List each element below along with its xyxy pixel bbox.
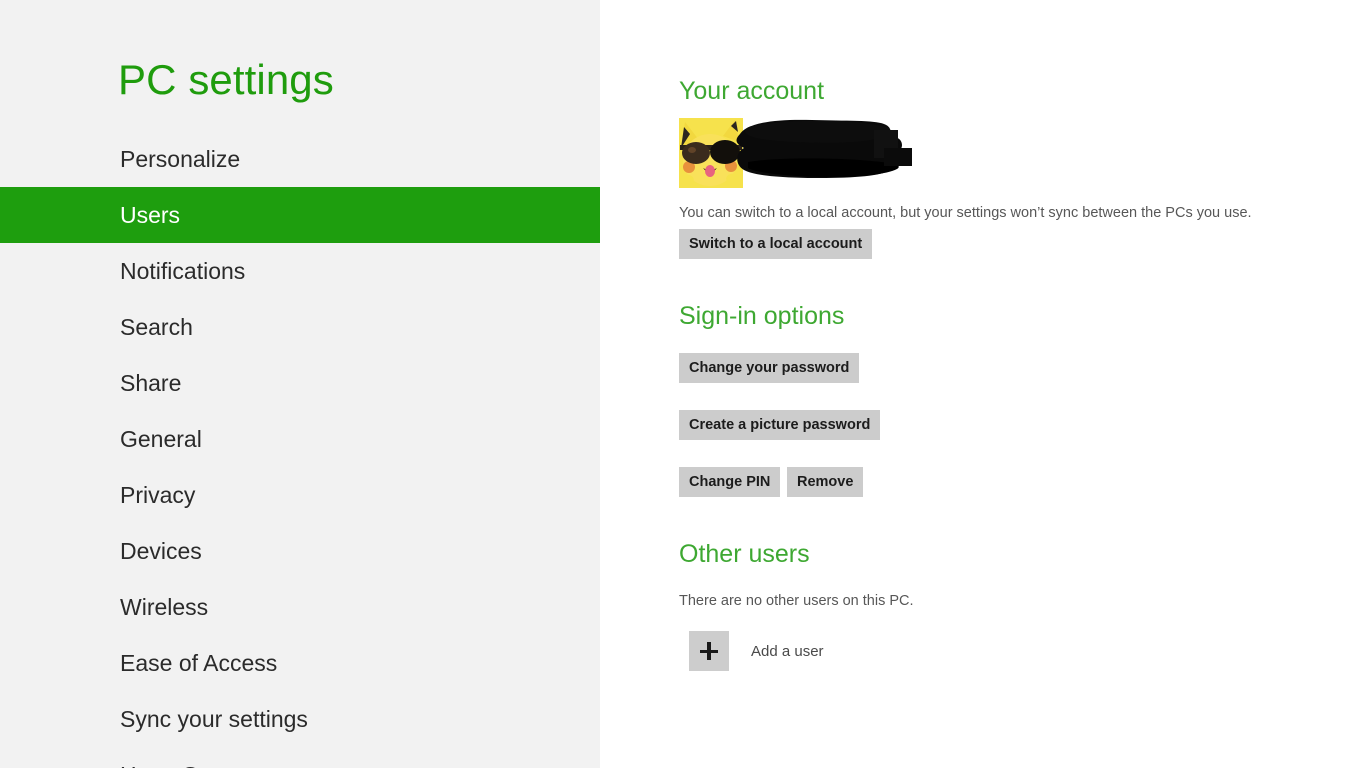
- change-password-button[interactable]: Change your password: [679, 353, 859, 383]
- section-heading-signin-options: Sign-in options: [679, 301, 844, 331]
- sidebar-item-personalize[interactable]: Personalize: [0, 131, 600, 187]
- add-user-label: Add a user: [751, 643, 824, 660]
- sidebar-item-label: Sync your settings: [120, 691, 308, 747]
- sidebar-item-search[interactable]: Search: [0, 299, 600, 355]
- switch-local-account-description: You can switch to a local account, but y…: [679, 203, 1252, 223]
- create-picture-password-button[interactable]: Create a picture password: [679, 410, 880, 440]
- sidebar-item-share[interactable]: Share: [0, 355, 600, 411]
- sidebar-item-label: Wireless: [120, 579, 208, 635]
- sidebar-item-label: Notifications: [120, 243, 245, 299]
- sidebar-item-label: Search: [120, 299, 193, 355]
- section-heading-other-users: Other users: [679, 539, 810, 569]
- sidebar-item-ease-of-access[interactable]: Ease of Access: [0, 635, 600, 691]
- sidebar-item-label: General: [120, 411, 202, 467]
- sidebar-item-users[interactable]: Users: [0, 187, 600, 243]
- sidebar-item-notifications[interactable]: Notifications: [0, 243, 600, 299]
- settings-nav-list: Personalize Users Notifications Search S…: [0, 131, 600, 768]
- sidebar-item-label: HomeGroup: [120, 747, 245, 768]
- sidebar-item-devices[interactable]: Devices: [0, 523, 600, 579]
- plus-icon: [689, 631, 729, 671]
- remove-pin-button[interactable]: Remove: [787, 467, 863, 497]
- sidebar-item-sync-your-settings[interactable]: Sync your settings: [0, 691, 600, 747]
- sidebar-item-privacy[interactable]: Privacy: [0, 467, 600, 523]
- sidebar-item-homegroup[interactable]: HomeGroup: [0, 747, 600, 768]
- sidebar-item-label: Share: [120, 355, 181, 411]
- sidebar-item-label: Ease of Access: [120, 635, 277, 691]
- sidebar-item-general[interactable]: General: [0, 411, 600, 467]
- account-identity-row: [679, 118, 1099, 188]
- sidebar-item-label: Users: [120, 187, 180, 243]
- section-heading-your-account: Your account: [679, 76, 824, 106]
- no-other-users-message: There are no other users on this PC.: [679, 591, 914, 611]
- main-content: Your account: [600, 0, 1366, 768]
- sidebar-item-label: Privacy: [120, 467, 195, 523]
- sidebar: PC settings Personalize Users Notificati…: [0, 0, 600, 768]
- change-pin-button[interactable]: Change PIN: [679, 467, 780, 497]
- redacted-account-name: [734, 118, 934, 188]
- page-title: PC settings: [118, 52, 334, 108]
- add-user-button[interactable]: Add a user: [689, 631, 824, 671]
- sidebar-item-label: Devices: [120, 523, 202, 579]
- sidebar-item-wireless[interactable]: Wireless: [0, 579, 600, 635]
- switch-to-local-account-button[interactable]: Switch to a local account: [679, 229, 872, 259]
- pc-settings-screen: PC settings Personalize Users Notificati…: [0, 0, 1366, 768]
- sidebar-item-label: Personalize: [120, 131, 240, 187]
